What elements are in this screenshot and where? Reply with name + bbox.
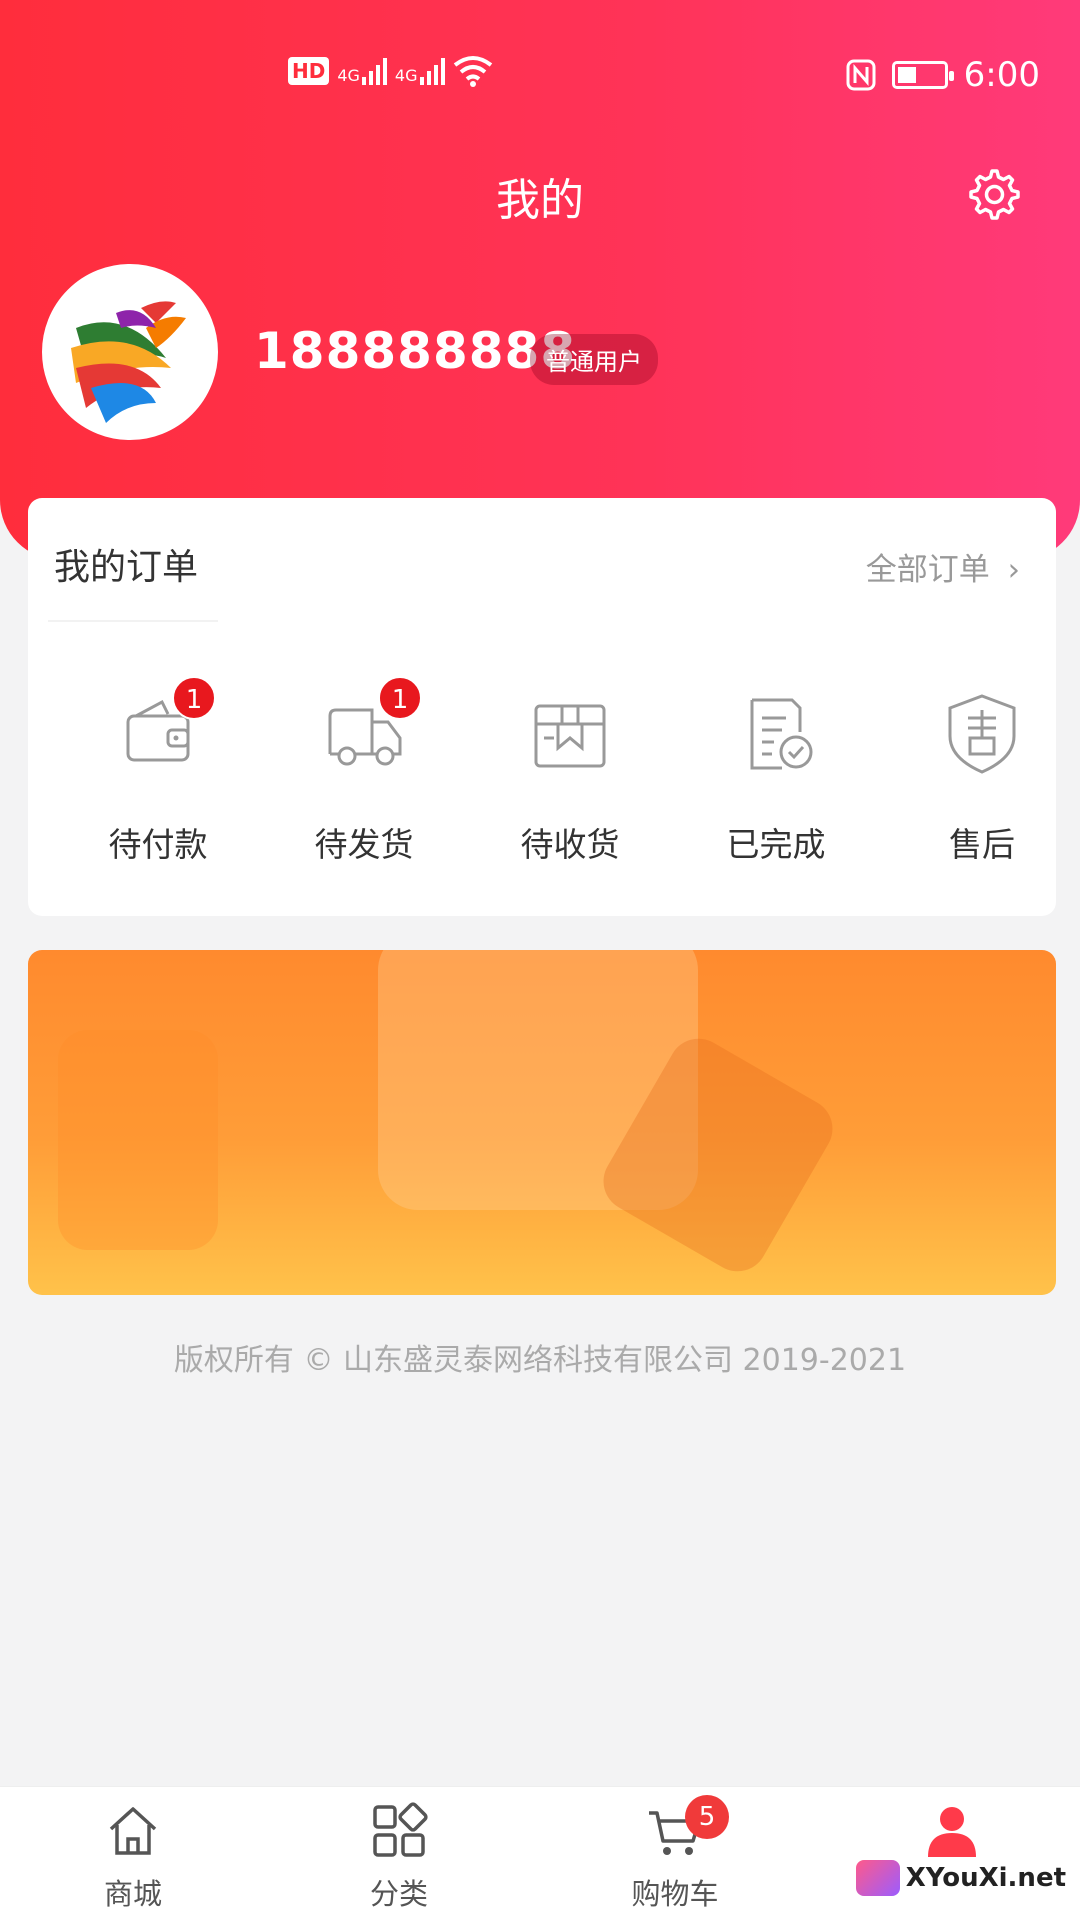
sim1-label: 4G [337, 66, 360, 85]
order-after-sales[interactable]: 售后 [902, 686, 1062, 866]
divider [48, 620, 218, 622]
gear-icon[interactable] [964, 165, 1020, 221]
nfc-icon [846, 59, 876, 91]
signal-icon-sim2: 4G [395, 57, 445, 85]
sim2-label: 4G [394, 66, 418, 85]
orders-title: 我的订单 [54, 547, 199, 588]
user-phone: 188888888 [254, 322, 577, 380]
pending-payment-badge: 1 [172, 676, 216, 720]
promo-banner[interactable] [28, 950, 1056, 1295]
tab-mall[interactable]: 商城 [53, 1801, 213, 1913]
order-completed[interactable]: 已完成 [696, 686, 856, 866]
status-right: 6:00 [846, 55, 1040, 95]
order-pending-receipt[interactable]: 待收货 [490, 686, 650, 866]
user-type-badge: 普通用户 [530, 334, 658, 385]
site-watermark: XYouXi.net [855, 1860, 1066, 1896]
checklist-icon [750, 698, 813, 770]
tab-category[interactable]: 分类 [319, 1801, 479, 1913]
profile-header: HD 4G 4G 6:00 我的 188888888 普通用户 [0, 0, 1080, 560]
all-orders-label: 全部订单 [865, 552, 990, 588]
order-label: 待发货 [314, 825, 414, 864]
my-orders-card: 我的订单 全部订单 › 1 待付款 1 待发货 待收货 已完成 售后 [28, 498, 1056, 916]
battery-icon [891, 61, 954, 89]
avatar[interactable] [42, 264, 218, 440]
wifi-icon [453, 56, 492, 87]
shield-icon [948, 694, 1016, 774]
signal-icon-sim1: 4G [337, 57, 387, 85]
user-icon [928, 1807, 976, 1857]
copyright-text: 版权所有 © 山东盛灵泰网络科技有限公司 2019-2021 [173, 1343, 907, 1378]
tab-label: 购物车 [631, 1877, 719, 1911]
watermark-text: XYouXi.net [905, 1863, 1066, 1893]
order-label: 待付款 [108, 825, 208, 864]
hd-indicator: HD [288, 57, 330, 85]
status-left: HD 4G 4G [288, 55, 493, 87]
tab-label: 分类 [369, 1877, 428, 1911]
watermark-logo-icon [855, 1860, 900, 1896]
grid-icon [373, 1802, 428, 1857]
phoenix-logo [71, 301, 186, 423]
cart-count-badge: 5 [685, 1795, 729, 1839]
order-label: 待收货 [520, 825, 620, 864]
page-title: 我的 [496, 175, 584, 226]
status-bar: HD 4G 4G 6:00 [0, 55, 1080, 105]
bottom-tab-bar: 商城 分类 5 购物车 [0, 1786, 1080, 1920]
order-pending-shipment[interactable]: 1 待发货 [284, 676, 444, 866]
order-pending-payment[interactable]: 1 待付款 [78, 676, 238, 866]
box-icon [534, 704, 606, 768]
order-label: 售后 [949, 825, 1015, 864]
tab-cart[interactable]: 5 购物车 [595, 1795, 755, 1913]
all-orders-link[interactable]: 全部订单 › [866, 544, 1020, 589]
pending-shipment-badge: 1 [378, 676, 422, 720]
chevron-right-icon: › [1007, 552, 1020, 588]
order-label: 已完成 [726, 825, 826, 864]
clock: 6:00 [963, 55, 1040, 95]
tab-label: 商城 [103, 1877, 162, 1911]
home-icon [109, 1807, 157, 1855]
